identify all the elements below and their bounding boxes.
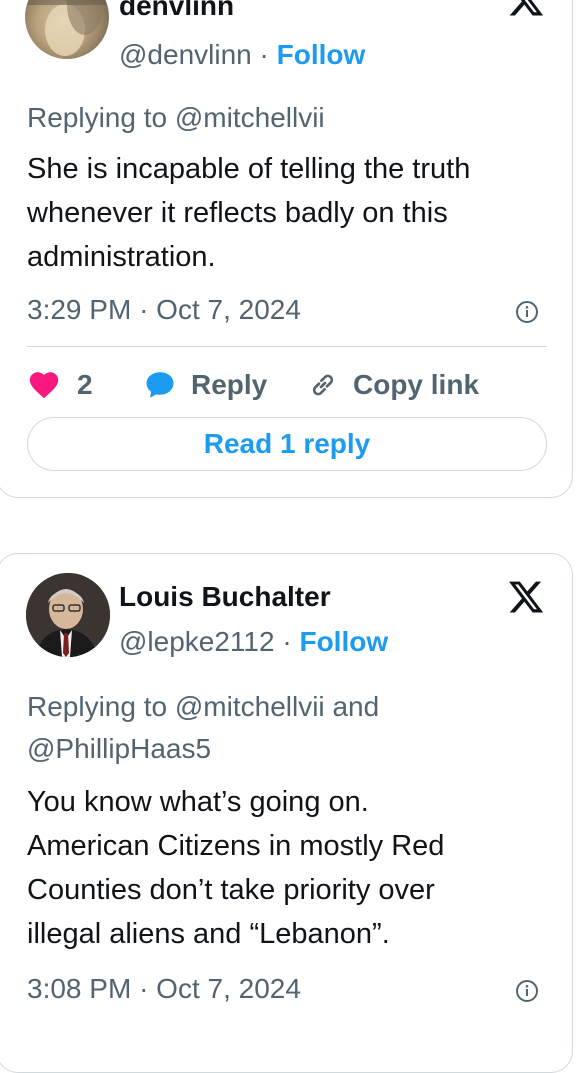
tweet-text-line: administration. bbox=[27, 241, 216, 273]
tweet-text-line: Counties don’t take priority over bbox=[27, 874, 435, 906]
author-name[interactable]: denvlinn bbox=[119, 0, 234, 21]
author-handle[interactable]: @denvlinn bbox=[119, 39, 252, 70]
mention-link[interactable]: @PhillipHaas5 bbox=[27, 733, 211, 764]
tweet-card: Louis Buchalter @lepke2112 · Follow Repl… bbox=[0, 553, 573, 1073]
like-count: 2 bbox=[77, 369, 93, 400]
tweet-text: She is incapable of telling the truth wh… bbox=[27, 147, 557, 279]
author-name[interactable]: Louis Buchalter bbox=[119, 580, 331, 614]
reply-button[interactable]: Reply bbox=[143, 363, 267, 407]
handle-row: @lepke2112 · Follow bbox=[119, 626, 388, 658]
avatar[interactable] bbox=[25, 0, 109, 59]
timestamp[interactable]: 3:29 PM · Oct 7, 2024 bbox=[27, 294, 301, 326]
copy-link-button[interactable]: Copy link bbox=[307, 363, 479, 407]
mention-link[interactable]: @mitchellvii bbox=[175, 691, 325, 722]
replying-prefix: Replying to bbox=[27, 102, 168, 133]
avatar[interactable] bbox=[26, 573, 110, 657]
copy-link-label: Copy link bbox=[353, 369, 480, 400]
mention-link[interactable]: @mitchellvii bbox=[175, 102, 325, 133]
link-icon bbox=[312, 374, 334, 396]
reply-label: Reply bbox=[191, 369, 268, 400]
x-logo-icon[interactable] bbox=[507, 0, 545, 19]
tweet-text-line: whenever it reflects badly on this bbox=[27, 197, 448, 229]
author-handle[interactable]: @lepke2112 bbox=[119, 626, 275, 657]
reply-bubble-icon bbox=[146, 372, 174, 398]
info-icon[interactable] bbox=[515, 300, 539, 324]
info-icon[interactable] bbox=[515, 979, 539, 1003]
separator-dot: · bbox=[259, 39, 269, 70]
tweet-text: You know what’s going on. American Citiz… bbox=[27, 780, 557, 956]
follow-button[interactable]: Follow bbox=[299, 626, 388, 657]
x-logo-icon[interactable] bbox=[507, 578, 545, 616]
read-replies-button[interactable]: Read 1 reply bbox=[27, 417, 547, 471]
replying-to: Replying to @mitchellvii and @PhillipHaa… bbox=[27, 686, 547, 770]
tweet-date[interactable]: Oct 7, 2024 bbox=[156, 973, 301, 1004]
tweet-time[interactable]: 3:08 PM bbox=[27, 973, 131, 1004]
replying-prefix: Replying to bbox=[27, 691, 168, 722]
like-button[interactable]: 2 bbox=[27, 363, 93, 407]
separator-dot: · bbox=[139, 294, 149, 325]
handle-row: @denvlinn · Follow bbox=[119, 39, 365, 71]
tweet-text-line: You know what’s going on. bbox=[27, 786, 369, 818]
tweet-date[interactable]: Oct 7, 2024 bbox=[156, 294, 301, 325]
timestamp[interactable]: 3:08 PM · Oct 7, 2024 bbox=[27, 973, 301, 1005]
separator-dot: · bbox=[282, 626, 292, 657]
follow-button[interactable]: Follow bbox=[277, 39, 366, 70]
tweet-card: denvlinn @denvlinn · Follow Replying to … bbox=[0, 0, 573, 498]
separator-dot: · bbox=[139, 973, 149, 1004]
tweet-text-line: illegal aliens and “Lebanon”. bbox=[27, 918, 390, 950]
divider bbox=[27, 346, 547, 347]
replying-to: Replying to @mitchellvii bbox=[27, 97, 325, 139]
tweet-time[interactable]: 3:29 PM bbox=[27, 294, 131, 325]
tweet-text-line: American Citizens in mostly Red bbox=[27, 830, 445, 862]
replying-joiner: and bbox=[332, 691, 380, 722]
tweet-text-line: She is incapable of telling the truth bbox=[27, 153, 471, 185]
heart-icon bbox=[29, 372, 59, 399]
